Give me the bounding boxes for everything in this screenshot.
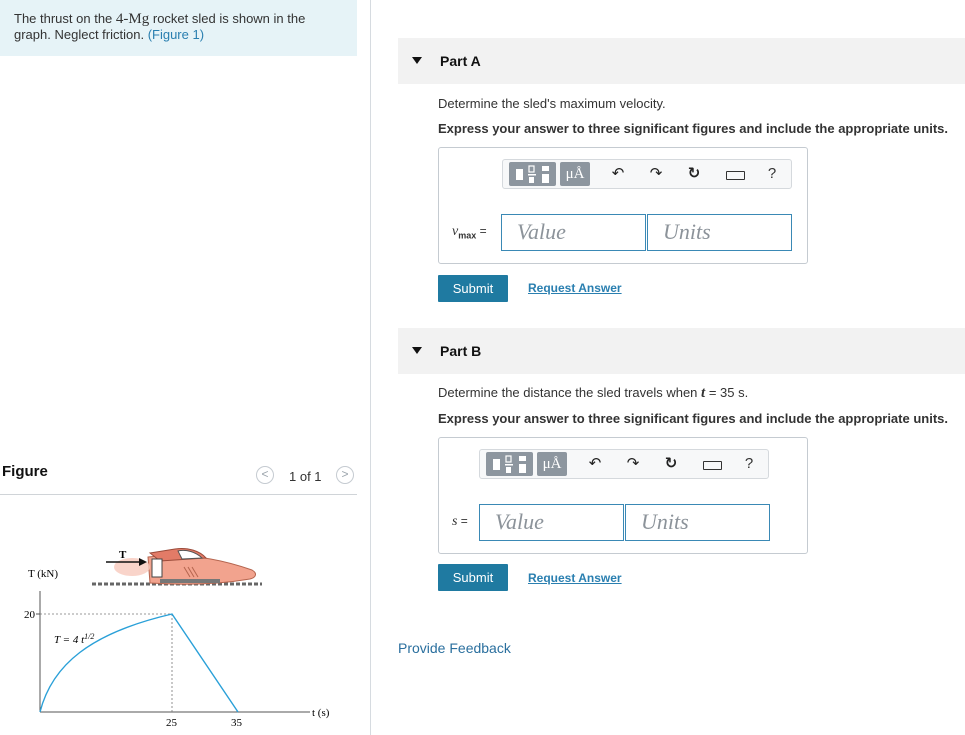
equals-sign: = (460, 514, 468, 528)
part-b-instruction: Express your answer to three significant… (438, 411, 948, 426)
part-b-question-after: = 35 s. (705, 385, 749, 400)
value-input[interactable]: Value (501, 214, 646, 251)
undo-icon[interactable]: ↶ (586, 455, 604, 473)
equation-toolbar: μÅ ↶ ↷ ↻ ? (479, 449, 769, 479)
part-a-instruction: Express your answer to three significant… (438, 121, 948, 136)
figure-title: Figure (2, 463, 48, 480)
chevron-left-icon: < (261, 467, 269, 481)
figure-pager-count: 1 of 1 (289, 469, 322, 484)
equals-sign: = (479, 224, 487, 238)
part-a-header[interactable]: Part A (398, 38, 965, 84)
y-axis-label: T (kN) (28, 568, 58, 580)
collapse-triangle-icon (412, 57, 422, 64)
part-a-request-answer-link[interactable]: Request Answer (528, 281, 622, 295)
reset-icon[interactable]: ↻ (685, 165, 703, 183)
help-button[interactable]: ? (765, 165, 779, 183)
figure-prev-button[interactable]: < (256, 466, 274, 484)
redo-icon[interactable]: ↷ (647, 165, 665, 183)
value-input[interactable]: Value (479, 504, 624, 541)
part-b-question: Determine the distance the sled travels … (438, 385, 748, 402)
equation-toolbar: μÅ ↶ ↷ ↻ ? (502, 159, 792, 189)
help-button[interactable]: ? (742, 455, 756, 473)
rocket-sled-icon (114, 548, 256, 585)
units-input[interactable]: Units (625, 504, 770, 541)
fraction-template-icon (516, 165, 549, 183)
column-divider (370, 0, 371, 735)
curve-label: T = 4 t1/2 (54, 632, 94, 646)
units-input[interactable]: Units (647, 214, 792, 251)
keyboard-icon[interactable] (726, 171, 745, 180)
part-b-title: Part B (440, 343, 482, 359)
part-a-question: Determine the sled's maximum velocity. (438, 96, 666, 111)
x-tick-label-35: 35 (231, 717, 243, 729)
provide-feedback-link[interactable]: Provide Feedback (398, 640, 511, 656)
x-axis-label: t (s) (312, 707, 330, 719)
template-button[interactable] (486, 452, 533, 476)
units-button[interactable]: μÅ (560, 162, 590, 186)
variable-label: vmax = (452, 224, 487, 240)
part-b-submit-button[interactable]: Submit (438, 564, 508, 591)
problem-statement: The thrust on the 4-Mg rocket sled is sh… (0, 0, 357, 56)
x-tick-label-25: 25 (166, 717, 178, 729)
part-a-title: Part A (440, 53, 481, 69)
keyboard-icon[interactable] (703, 461, 722, 470)
problem-text-before: The thrust on the (14, 11, 116, 26)
part-b-request-answer-link[interactable]: Request Answer (528, 571, 622, 585)
redo-icon[interactable]: ↷ (624, 455, 642, 473)
part-b-header[interactable]: Part B (398, 328, 965, 374)
variable-subscript: max (458, 230, 477, 241)
reset-icon[interactable]: ↻ (662, 455, 680, 473)
chevron-right-icon: > (341, 467, 349, 481)
thrust-figure: T T (kN) t (s) 20 25 35 T = 4 t1/2 (24, 548, 330, 729)
collapse-triangle-icon (412, 347, 422, 354)
fraction-template-icon (493, 455, 526, 473)
part-a-answer-box: μÅ ↶ ↷ ↻ ? vmax = Value Units (438, 147, 808, 264)
y-tick-label: 20 (24, 609, 36, 621)
part-a-submit-button[interactable]: Submit (438, 275, 508, 302)
thrust-label: T (119, 549, 127, 561)
units-button[interactable]: μÅ (537, 452, 567, 476)
template-button[interactable] (509, 162, 556, 186)
figure-link[interactable]: (Figure 1) (148, 27, 204, 42)
variable-symbol: s (452, 514, 458, 529)
part-b-answer-box: μÅ ↶ ↷ ↻ ? s = Value Units (438, 437, 808, 554)
variable-label: s = (452, 514, 468, 530)
part-b-question-before: Determine the distance the sled travels … (438, 385, 702, 400)
thrust-curve (39, 613, 239, 713)
problem-mass: 4-Mg (115, 11, 150, 27)
undo-icon[interactable]: ↶ (609, 165, 627, 183)
figure-next-button[interactable]: > (336, 466, 354, 484)
